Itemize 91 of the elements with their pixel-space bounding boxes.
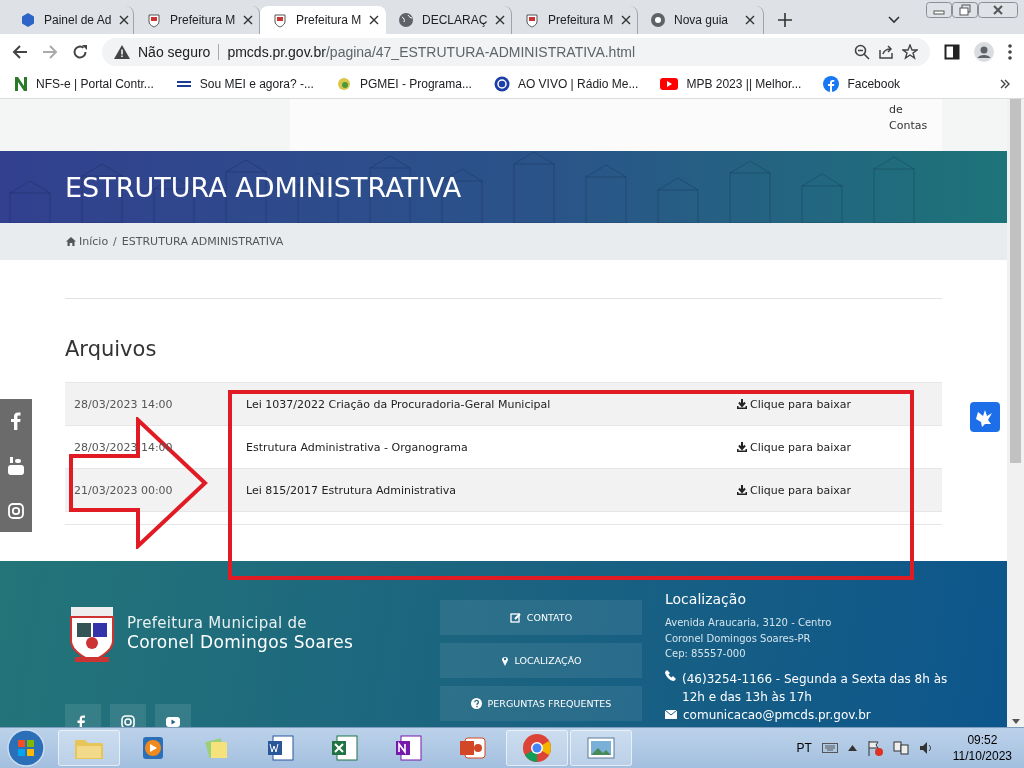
onenote-icon[interactable] bbox=[393, 732, 425, 764]
breadcrumb-separator: / bbox=[113, 235, 117, 248]
home-icon bbox=[66, 237, 76, 246]
play-icon bbox=[660, 77, 679, 91]
radio-logo-icon bbox=[493, 76, 510, 92]
footer-button[interactable]: LOCALIZAÇÃO bbox=[440, 643, 642, 678]
restore-icon[interactable] bbox=[952, 2, 978, 18]
email-link[interactable]: comunicacao@pmcds.pr.gov.br bbox=[683, 707, 871, 722]
close-icon[interactable] bbox=[745, 15, 755, 25]
back-icon[interactable] bbox=[12, 44, 28, 60]
globe-icon bbox=[398, 12, 414, 28]
zoom-out-icon[interactable] bbox=[854, 44, 870, 60]
bookmark[interactable]: Facebook bbox=[823, 76, 901, 92]
share-icon[interactable] bbox=[878, 44, 894, 60]
chevron-down-icon[interactable] bbox=[888, 16, 900, 24]
bookmark[interactable]: Sou MEI e agora? -... bbox=[175, 76, 314, 92]
download-icon bbox=[736, 485, 747, 495]
map-pin-icon bbox=[500, 655, 509, 666]
page-title: ESTRUTURA ADMINISTRATIVA bbox=[65, 171, 462, 203]
bookmark[interactable]: NFS-e | Portal Contr... bbox=[14, 76, 154, 92]
scrollbar[interactable] bbox=[1007, 99, 1024, 727]
section-heading: Arquivos bbox=[65, 336, 158, 363]
chrome-icon[interactable] bbox=[521, 732, 553, 764]
close-icon[interactable] bbox=[369, 15, 380, 25]
reload-icon[interactable] bbox=[72, 44, 88, 60]
warning-icon bbox=[114, 45, 130, 59]
envelope-icon bbox=[665, 710, 677, 719]
language-indicator[interactable]: PT bbox=[796, 741, 812, 755]
chrome-icon bbox=[650, 12, 666, 28]
file-name: Estrutura Administrativa - Organograma bbox=[246, 440, 469, 454]
crest-icon bbox=[524, 12, 540, 28]
browser-tab[interactable]: Prefeitura M bbox=[260, 6, 386, 34]
minimize-icon[interactable] bbox=[926, 2, 952, 18]
download-link[interactable]: Clique para baixar bbox=[736, 483, 851, 497]
close-icon[interactable] bbox=[243, 15, 254, 25]
address-bar[interactable]: Não seguro pmcds.pr.gov.br/pagina/47_ESTRUTURA-ADMINISTRATIVA.html bbox=[102, 38, 930, 66]
more-menu-icon[interactable] bbox=[1008, 44, 1012, 60]
letter-n-icon bbox=[14, 76, 28, 92]
tray-up-icon[interactable] bbox=[847, 745, 857, 751]
org-name-line: Prefeitura Municipal de bbox=[127, 614, 308, 632]
facebook-icon[interactable] bbox=[10, 412, 22, 431]
file-date: 21/03/2023 00:00 bbox=[73, 483, 174, 497]
phone-icon bbox=[665, 669, 676, 681]
start-icon[interactable] bbox=[6, 728, 46, 768]
hexagon-icon bbox=[20, 12, 36, 28]
file-name: Lei 815/2017 Estrutura Administrativa bbox=[246, 483, 458, 497]
breadcrumb-current: ESTRUTURA ADMINISTRATIVA bbox=[121, 235, 284, 248]
bookmark[interactable]: PGMEI - Programa... bbox=[335, 76, 472, 92]
flag-error-icon[interactable] bbox=[866, 740, 883, 756]
bookmark[interactable]: AO VIVO | Rádio Me... bbox=[493, 76, 639, 92]
address-line: Coronel Domingos Soares-PR bbox=[665, 631, 812, 646]
org-name-line: Coronel Domingos Soares bbox=[127, 632, 354, 652]
location-heading: Localização bbox=[665, 591, 747, 607]
footer-button[interactable]: PERGUNTAS FREQUENTES bbox=[440, 686, 642, 721]
file-name: Lei 1037/2022 Criação da Procuradoria-Geral Municipal bbox=[246, 397, 552, 411]
side-panel-icon[interactable] bbox=[944, 44, 960, 60]
chevrons-right-icon[interactable] bbox=[1000, 79, 1010, 89]
crest-icon bbox=[146, 12, 162, 28]
crest-icon bbox=[272, 12, 288, 28]
close-icon[interactable] bbox=[621, 15, 632, 25]
bookmark[interactable]: MPB 2023 || Melhor... bbox=[660, 77, 802, 91]
edit-icon bbox=[509, 612, 521, 623]
close-icon[interactable] bbox=[119, 15, 130, 25]
star-icon[interactable] bbox=[902, 44, 918, 60]
download-link[interactable]: Clique para baixar bbox=[736, 440, 851, 454]
video-play-icon bbox=[165, 714, 181, 727]
new-tab-icon[interactable] bbox=[778, 13, 792, 27]
network-icon[interactable] bbox=[892, 740, 909, 756]
download-icon bbox=[736, 399, 747, 409]
facebook-icon bbox=[823, 76, 840, 92]
scroll-down-icon bbox=[1011, 719, 1020, 724]
clock[interactable]: 09:52 11/10/2023 bbox=[952, 732, 1012, 764]
close-window-icon[interactable] bbox=[978, 2, 1018, 18]
excel-icon[interactable] bbox=[329, 732, 361, 764]
address-line: Cep: 85557-000 bbox=[665, 647, 747, 661]
keyboard-icon[interactable] bbox=[821, 743, 838, 753]
instagram-icon bbox=[120, 714, 136, 727]
home-link[interactable]: Início bbox=[66, 235, 109, 248]
address-line: Avenida Araucaria, 3120 - Centro bbox=[665, 616, 833, 630]
question-icon bbox=[470, 698, 482, 709]
file-date: 28/03/2023 14:00 bbox=[73, 397, 174, 411]
close-icon[interactable] bbox=[495, 15, 506, 25]
url-text: pmcds.pr.gov.br/pagina/47_ESTRUTURA-ADMINISTRATIVA.html bbox=[227, 44, 636, 60]
nav-link[interactable]: de Contas bbox=[889, 99, 942, 151]
download-link[interactable]: Clique para baixar bbox=[736, 397, 851, 411]
footer-button[interactable]: CONTATO bbox=[440, 600, 642, 635]
download-icon bbox=[736, 442, 747, 452]
word-icon[interactable] bbox=[265, 732, 297, 764]
security-label: Não seguro bbox=[138, 44, 211, 60]
instagram-icon[interactable] bbox=[8, 502, 24, 519]
profile-icon[interactable] bbox=[974, 42, 994, 62]
